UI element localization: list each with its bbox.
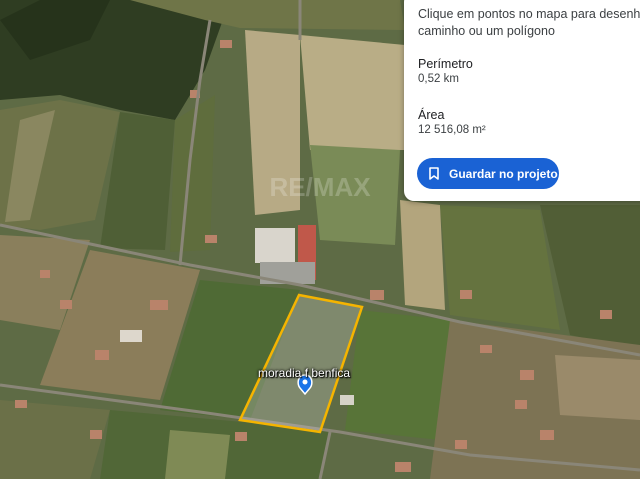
hint-line-2: caminho ou um polígono bbox=[418, 24, 555, 38]
bookmark-icon bbox=[429, 167, 439, 180]
plowed-field bbox=[555, 355, 640, 420]
remax-watermark: RE/MAX bbox=[269, 172, 371, 202]
area-label: Área bbox=[418, 108, 445, 122]
area-value: 12 516,08 m² bbox=[418, 124, 486, 136]
plowed-field bbox=[300, 35, 405, 150]
hint-line-1: Clique em pontos no mapa para desenhar u… bbox=[418, 7, 640, 21]
save-button-label: Guardar no projeto bbox=[449, 166, 558, 181]
perimeter-label: Perímetro bbox=[418, 57, 473, 71]
measure-hint: Clique em pontos no mapa para desenhar u… bbox=[418, 6, 640, 40]
field bbox=[165, 430, 230, 479]
save-to-project-button[interactable]: Guardar no projeto bbox=[417, 158, 559, 189]
plowed-field bbox=[400, 200, 445, 310]
green-field bbox=[345, 310, 450, 440]
field bbox=[440, 205, 560, 330]
perimeter-value: 0,52 km bbox=[418, 73, 459, 85]
measure-panel: Clique em pontos no mapa para desenhar u… bbox=[404, 0, 640, 201]
polygon-label: moradia f benfica bbox=[258, 366, 351, 380]
